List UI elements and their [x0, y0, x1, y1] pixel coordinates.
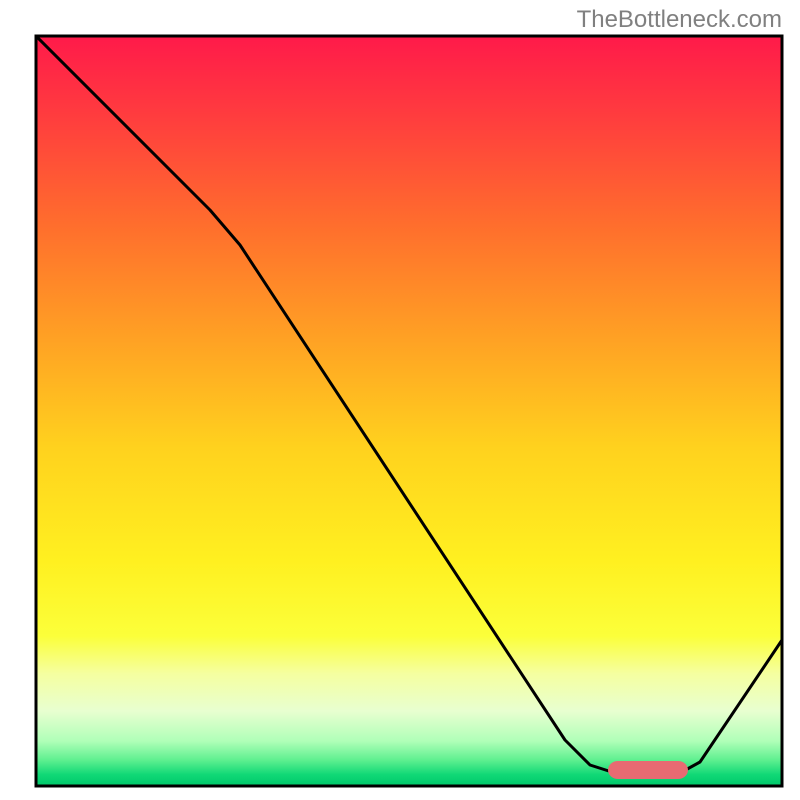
watermark-label: TheBottleneck.com	[577, 6, 782, 34]
chart-container: TheBottleneck.com	[0, 0, 800, 800]
optimal-range-marker	[608, 761, 688, 779]
chart-svg	[0, 0, 800, 800]
